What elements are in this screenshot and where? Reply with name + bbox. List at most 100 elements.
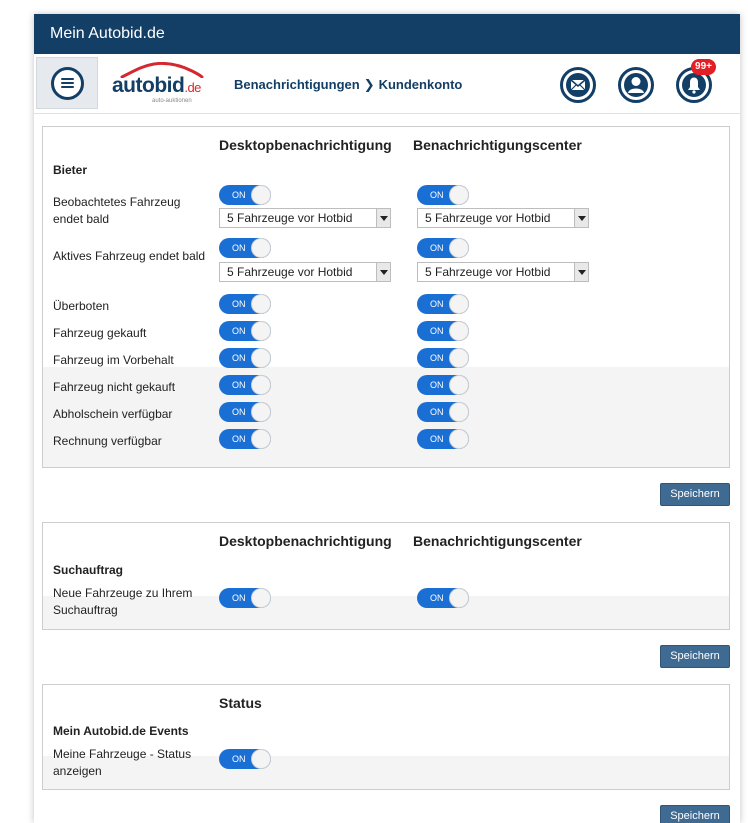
toggle-state: ON xyxy=(430,299,444,309)
toggle-state: ON xyxy=(232,299,246,309)
toggle-state: ON xyxy=(430,380,444,390)
toggle-desktop-gekauft[interactable]: ON xyxy=(219,321,271,341)
app-title-bar: Mein Autobid.de xyxy=(34,14,740,54)
row-label-rechnung: Rechnung verfügbar xyxy=(53,434,162,448)
toggle-center-beobachtetes[interactable]: ON xyxy=(417,185,469,205)
profile-button[interactable] xyxy=(618,67,654,103)
menu-button[interactable] xyxy=(36,57,98,109)
toggle-desktop-rechnung[interactable]: ON xyxy=(219,429,271,449)
toggle-center-suchauftrag[interactable]: ON xyxy=(417,588,469,608)
toggle-desktop-suchauftrag[interactable]: ON xyxy=(219,588,271,608)
toggle-state: ON xyxy=(430,190,444,200)
toggle-state: ON xyxy=(430,353,444,363)
toggle-knob xyxy=(251,294,271,314)
toggle-knob xyxy=(449,402,469,422)
toggle-knob xyxy=(251,402,271,422)
toggle-state: ON xyxy=(232,754,246,764)
toggle-desktop-beobachtetes[interactable]: ON xyxy=(219,185,271,205)
menu-icon xyxy=(51,67,84,100)
toggle-center-abholschein[interactable]: ON xyxy=(417,402,469,422)
select-center-aktives[interactable]: 5 Fahrzeuge vor Hotbid xyxy=(417,262,589,282)
row-label-ueberboten: Überboten xyxy=(53,299,110,313)
toggle-desktop-vorbehalt[interactable]: ON xyxy=(219,348,271,368)
toggle-knob xyxy=(449,429,469,449)
toggle-state: ON xyxy=(430,593,444,603)
app-window: Mein Autobid.de autobid.de auto-auktione… xyxy=(34,14,740,823)
logo-text: autobid xyxy=(112,74,185,97)
toggle-knob xyxy=(449,238,469,258)
toggle-knob xyxy=(449,348,469,368)
toggle-knob xyxy=(449,588,469,608)
toggle-state: ON xyxy=(232,190,246,200)
dropdown-arrow-icon xyxy=(376,209,390,227)
toggle-center-gekauft[interactable]: ON xyxy=(417,321,469,341)
save-button-status[interactable]: Speichern xyxy=(660,805,730,823)
select-center-beobachtetes[interactable]: 5 Fahrzeuge vor Hotbid xyxy=(417,208,589,228)
breadcrumb-item-benachrichtigungen[interactable]: Benachrichtigungen xyxy=(234,77,360,92)
bieter-panel: Desktopbenachrichtigung Benachrichtigung… xyxy=(42,126,730,468)
save-button-suchauftrag[interactable]: Speichern xyxy=(660,645,730,668)
toggle-knob xyxy=(251,185,271,205)
header-bar: autobid.de auto-auktionen Benachrichtigu… xyxy=(34,54,740,114)
save-button-bieter[interactable]: Speichern xyxy=(660,483,730,506)
column-header-desktop: Desktopbenachrichtigung xyxy=(219,533,392,549)
dropdown-arrow-icon xyxy=(574,263,588,281)
toggle-desktop-aktives[interactable]: ON xyxy=(219,238,271,258)
toggle-state: ON xyxy=(430,243,444,253)
logo-wordmark: autobid.de xyxy=(112,74,201,98)
logo[interactable]: autobid.de auto-auktionen xyxy=(112,62,204,108)
logo-subtitle: auto-auktionen xyxy=(152,98,192,104)
toggle-knob xyxy=(251,429,271,449)
select-desktop-beobachtetes[interactable]: 5 Fahrzeuge vor Hotbid xyxy=(219,208,391,228)
toggle-knob xyxy=(251,588,271,608)
toggle-desktop-abholschein[interactable]: ON xyxy=(219,402,271,422)
toggle-knob xyxy=(449,185,469,205)
toggle-knob xyxy=(251,238,271,258)
toggle-state: ON xyxy=(232,434,246,444)
toggle-state: ON xyxy=(232,593,246,603)
row-label-fahrzeug-gekauft: Fahrzeug gekauft xyxy=(53,326,147,340)
select-value: 5 Fahrzeuge vor Hotbid xyxy=(227,211,353,225)
toggle-knob xyxy=(251,749,271,769)
column-header-desktop: Desktopbenachrichtigung xyxy=(219,137,392,153)
mail-icon xyxy=(566,73,590,97)
select-value: 5 Fahrzeuge vor Hotbid xyxy=(227,265,353,279)
select-desktop-aktives[interactable]: 5 Fahrzeuge vor Hotbid xyxy=(219,262,391,282)
toggle-desktop-ueberboten[interactable]: ON xyxy=(219,294,271,314)
column-header-status: Status xyxy=(219,695,262,711)
toggle-knob xyxy=(449,294,469,314)
breadcrumb: Benachrichtigungen ❯ Kundenkonto xyxy=(234,77,462,93)
toggle-knob xyxy=(251,348,271,368)
row-label-beobachtetes-fahrzeug: Beobachtetes Fahrzeug endet bald xyxy=(53,195,181,226)
section-title-events: Mein Autobid.de Events xyxy=(53,724,189,738)
row-label-abholschein: Abholschein verfügbar xyxy=(53,407,173,421)
row-label-aktives-fahrzeug: Aktives Fahrzeug endet bald xyxy=(53,249,206,263)
toggle-state: ON xyxy=(232,243,246,253)
messages-button[interactable] xyxy=(560,67,596,103)
column-header-center: Benachrichtigungscenter xyxy=(413,533,582,549)
logo-suffix: .de xyxy=(184,80,201,95)
toggle-center-vorbehalt[interactable]: ON xyxy=(417,348,469,368)
toggle-knob xyxy=(251,321,271,341)
row-label-meine-fahrzeuge: Meine Fahrzeuge - Status anzeigen xyxy=(53,747,192,778)
toggle-state: ON xyxy=(430,326,444,336)
toggle-desktop-nicht-gekauft[interactable]: ON xyxy=(219,375,271,395)
toggle-status-meine-fahrzeuge[interactable]: ON xyxy=(219,749,271,769)
toggle-center-nicht-gekauft[interactable]: ON xyxy=(417,375,469,395)
breadcrumb-item-kundenkonto[interactable]: Kundenkonto xyxy=(379,77,463,92)
toggle-knob xyxy=(449,375,469,395)
toggle-center-ueberboten[interactable]: ON xyxy=(417,294,469,314)
toggle-center-rechnung[interactable]: ON xyxy=(417,429,469,449)
status-panel: Status Mein Autobid.de Events Meine Fahr… xyxy=(42,684,730,790)
toggle-state: ON xyxy=(430,407,444,417)
toggle-state: ON xyxy=(232,326,246,336)
user-icon xyxy=(624,73,648,97)
row-label-nicht-gekauft: Fahrzeug nicht gekauft xyxy=(53,380,176,394)
toggle-knob xyxy=(449,321,469,341)
row-label-neue-fahrzeuge: Neue Fahrzeuge zu Ihrem Suchauftrag xyxy=(53,586,193,617)
toggle-center-aktives[interactable]: ON xyxy=(417,238,469,258)
dropdown-arrow-icon xyxy=(574,209,588,227)
suchauftrag-panel: Desktopbenachrichtigung Benachrichtigung… xyxy=(42,522,730,630)
section-title-suchauftrag: Suchauftrag xyxy=(53,563,124,577)
row-label-vorbehalt: Fahrzeug im Vorbehalt xyxy=(53,353,174,367)
